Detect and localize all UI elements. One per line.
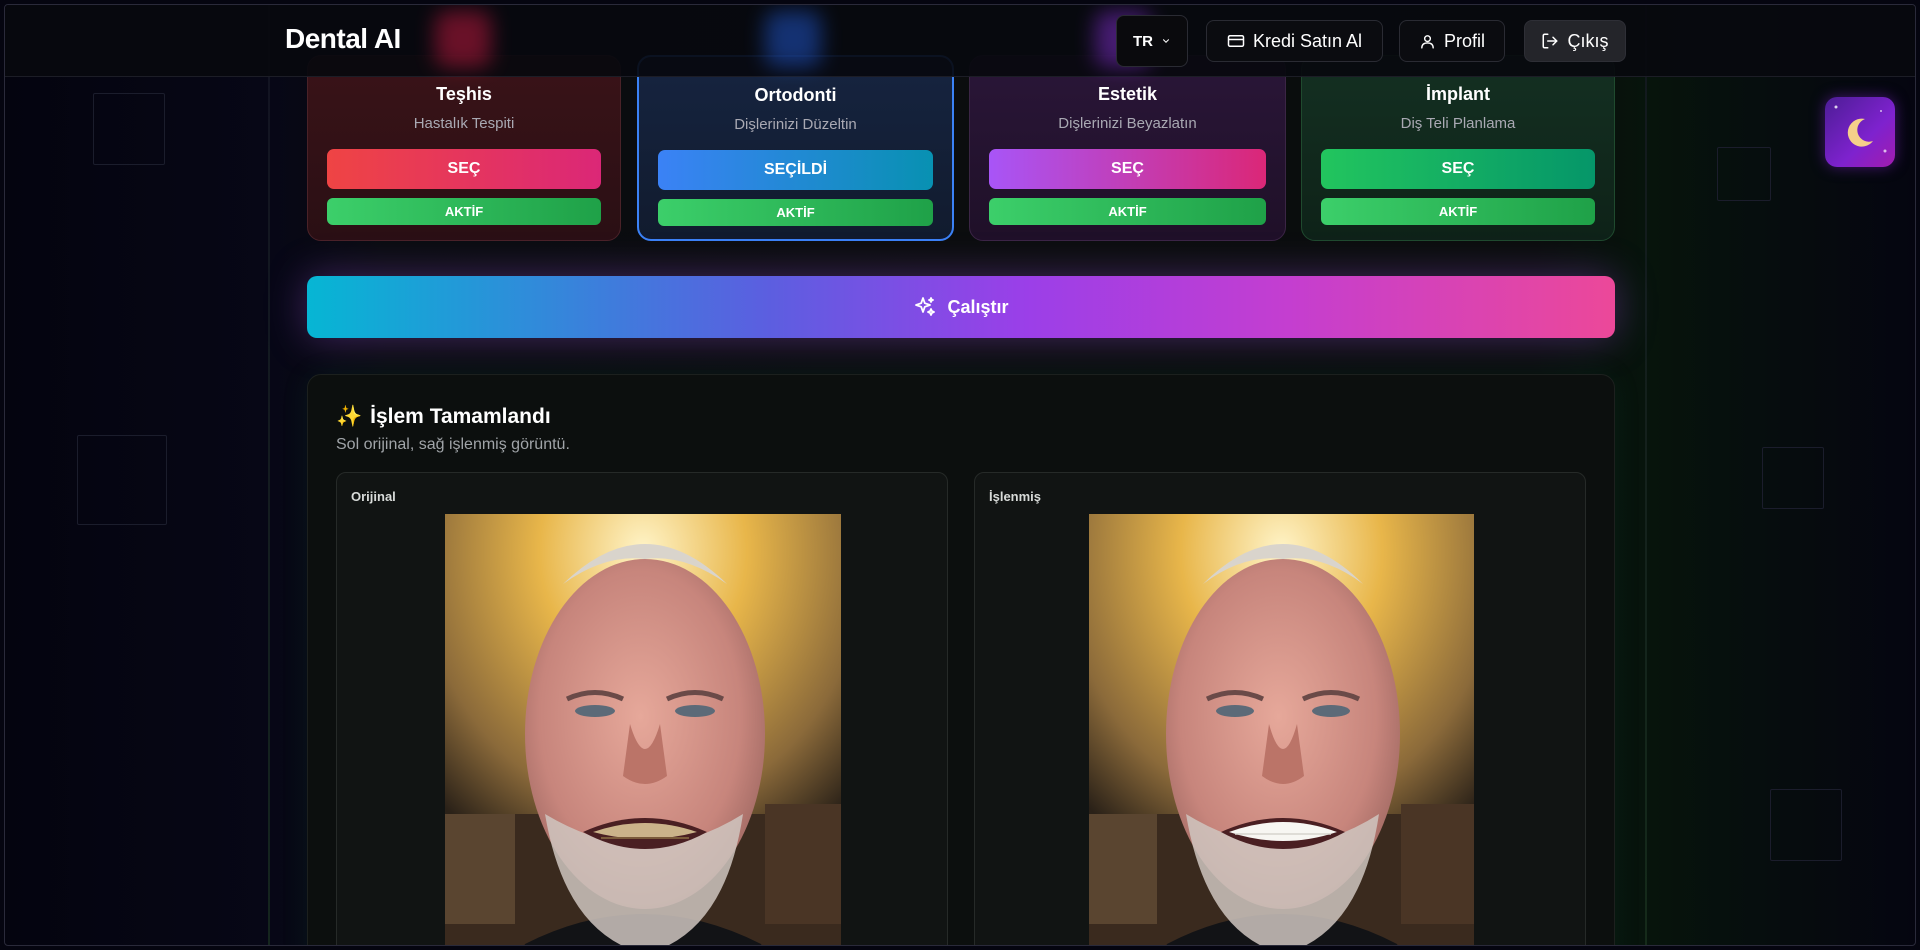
language-selector[interactable]: TR	[1116, 15, 1188, 67]
selected-button[interactable]: SEÇİLDİ	[658, 150, 933, 190]
original-image-box: Orijinal	[336, 472, 948, 945]
logout-icon	[1542, 33, 1558, 49]
card-title: İmplant	[1425, 84, 1490, 104]
mode-card-aesthetic[interactable]: Estetik Dişlerinizi Beyazlatın SEÇ AKTİF	[969, 55, 1286, 241]
app-window: Teşhis Hastalık Tespiti SEÇ AKTİF Ortodo…	[4, 4, 1916, 946]
decor-square	[1762, 447, 1824, 509]
status-badge: AKTİF	[327, 198, 601, 225]
decor-square	[1770, 789, 1842, 861]
status-badge: AKTİF	[1321, 198, 1595, 225]
buy-credits-label: Kredi Satın Al	[1252, 30, 1363, 51]
run-button-label: Çalıştır	[947, 296, 1009, 317]
sparkles-icon	[915, 297, 936, 316]
credit-card-icon	[1227, 35, 1245, 47]
card-subtitle: Hastalık Tespiti	[413, 115, 515, 132]
brand-logo[interactable]: Dental AI	[285, 23, 401, 55]
logout-label: Çıkış	[1567, 30, 1609, 51]
chevron-down-icon	[1162, 39, 1170, 43]
mode-card-orthodontics[interactable]: Ortodonti Dişlerinizi Düzeltin SEÇİLDİ A…	[637, 55, 954, 241]
page-scrollbar[interactable]	[1915, 455, 1916, 790]
user-icon	[1421, 34, 1434, 49]
profile-button[interactable]: Profil	[1399, 20, 1505, 62]
card-title: Teşhis	[436, 84, 492, 104]
moon-icon	[1834, 105, 1887, 153]
decor-square	[1717, 147, 1771, 201]
result-subtitle: Sol orijinal, sağ işlenmiş görüntü.	[336, 436, 570, 453]
select-button[interactable]: SEÇ	[327, 149, 601, 189]
card-subtitle: Diş Teli Planlama	[1400, 115, 1516, 132]
nav-glow	[765, 11, 821, 67]
mode-card-implant[interactable]: İmplant Diş Teli Planlama SEÇ AKTİF	[1301, 55, 1615, 241]
buy-credits-button[interactable]: Kredi Satın Al	[1206, 20, 1383, 62]
nav-glow	[435, 11, 491, 67]
logout-button[interactable]: Çıkış	[1524, 20, 1626, 62]
result-panel: ✨ İşlem Tamamlandı Sol orijinal, sağ işl…	[307, 374, 1615, 945]
decor-square	[93, 93, 165, 165]
original-label: Orijinal	[351, 489, 396, 504]
processed-image-box: İşlenmiş	[974, 472, 1586, 945]
top-navbar: Dental AI TR Kredi Satın Al Profil Çıkış	[5, 5, 1915, 77]
status-badge: AKTİF	[989, 198, 1266, 225]
processed-photo[interactable]	[1089, 514, 1474, 945]
card-title: Estetik	[1097, 84, 1158, 104]
language-code: TR	[1133, 32, 1153, 50]
select-button[interactable]: SEÇ	[989, 149, 1266, 189]
processed-label: İşlenmiş	[989, 489, 1042, 504]
card-subtitle: Dişlerinizi Düzeltin	[734, 116, 857, 133]
select-button[interactable]: SEÇ	[1321, 149, 1595, 189]
sparkle-emoji-icon: ✨	[336, 405, 363, 428]
card-title: Ortodonti	[754, 85, 837, 105]
theme-toggle-button[interactable]	[1825, 97, 1895, 167]
profile-label: Profil	[1443, 30, 1485, 51]
result-title-text: İşlem Tamamlandı	[370, 405, 551, 428]
mode-card-diagnosis[interactable]: Teşhis Hastalık Tespiti SEÇ AKTİF	[307, 55, 621, 241]
column-edge-right	[1645, 5, 1647, 945]
decor-square	[77, 435, 167, 525]
card-subtitle: Dişlerinizi Beyazlatın	[1058, 115, 1197, 132]
result-title: ✨ İşlem Tamamlandı	[336, 405, 551, 429]
status-badge: AKTİF	[658, 199, 933, 226]
original-photo[interactable]	[445, 514, 841, 945]
column-edge-left	[268, 5, 270, 945]
run-button[interactable]: Çalıştır	[307, 276, 1615, 338]
